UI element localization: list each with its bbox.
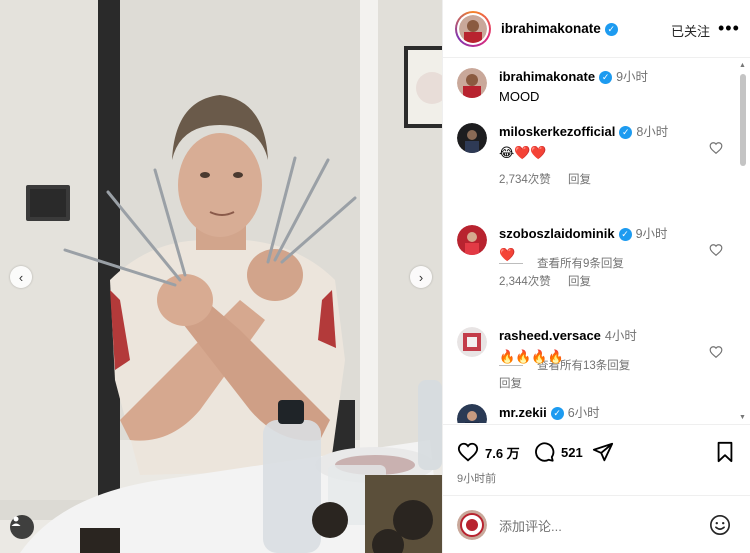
share-button[interactable] (592, 441, 620, 463)
comment-time: 9小时 (616, 70, 649, 84)
chevron-left-icon: ‹ (18, 269, 24, 285)
heart-icon[interactable] (709, 141, 723, 155)
author-avatar[interactable] (455, 10, 491, 47)
avatar[interactable] (457, 68, 487, 98)
chevron-right-icon: › (418, 269, 424, 285)
heart-icon[interactable] (709, 345, 723, 359)
caption-text: MOOD (499, 89, 540, 104)
post-photo[interactable]: ‹ › (0, 0, 442, 553)
verified-icon: ✓ (604, 22, 618, 36)
save-button[interactable] (715, 441, 741, 463)
comment-time: 4小时 (604, 329, 637, 343)
verified-icon: ✓ (619, 126, 633, 140)
comment-button[interactable]: 521 (533, 441, 583, 463)
heart-icon[interactable] (709, 243, 723, 257)
like-count[interactable]: 7.6 万 (485, 443, 520, 462)
verified-icon: ✓ (599, 71, 613, 85)
comment-username[interactable]: mr.zekii (499, 405, 547, 420)
comment-text: ❤️ (499, 247, 516, 262)
like-button[interactable]: 7.6 万 (457, 441, 520, 463)
avatar[interactable] (457, 404, 487, 423)
post-timestamp: 9小时前 (457, 473, 497, 485)
reply-button[interactable]: 回复 (568, 276, 591, 288)
comment-username[interactable]: szoboszlaidominik (499, 226, 615, 241)
send-icon (592, 442, 614, 462)
tagged-people-button[interactable] (10, 515, 34, 539)
comment-time: 6小时 (567, 406, 600, 420)
current-user-avatar[interactable] (457, 510, 487, 540)
reply-button[interactable]: 回复 (499, 378, 522, 390)
bookmark-icon (717, 441, 733, 463)
avatar[interactable] (457, 225, 487, 255)
comment-username[interactable]: miloskerkezofficial (499, 124, 615, 139)
comments-list[interactable]: ibrahimakonate ✓ 9小时 MOOD miloskerkezoffic… (443, 58, 743, 423)
comments-scrollbar[interactable]: ▲ ▼ (739, 62, 747, 424)
comment-text: 🔥🔥🔥🔥 (499, 349, 564, 364)
author-username-text[interactable]: ibrahimakonate (501, 21, 601, 36)
author-username[interactable]: ibrahimakonate ✓ (501, 21, 618, 36)
next-photo-button[interactable]: › (410, 266, 432, 288)
post-header: ibrahimakonate ✓ 已关注 ••• (443, 0, 750, 58)
avatar[interactable] (457, 327, 487, 357)
comment-like-count[interactable]: 2,734次赞 (499, 174, 551, 186)
comment-username[interactable]: ibrahimakonate (499, 69, 595, 84)
comment-like-count[interactable]: 2,344次赞 (499, 276, 551, 288)
reply-button[interactable]: 回复 (568, 174, 591, 186)
comment-username[interactable]: rasheed.versace (499, 328, 601, 343)
comment-time: 8小时 (636, 125, 669, 139)
comment-input[interactable]: 添加评论... (499, 516, 562, 535)
previous-photo-button[interactable]: ‹ (10, 266, 32, 288)
post-side-panel: ibrahimakonate ✓ 已关注 ••• ibrahimakonate ✓ 9… (442, 0, 750, 553)
verified-icon: ✓ (618, 228, 632, 242)
post-actions: 7.6 万 521 9小时前 (443, 424, 750, 494)
scroll-up-icon[interactable]: ▲ (739, 62, 746, 69)
scroll-thumb[interactable] (740, 74, 746, 166)
verified-icon: ✓ (550, 407, 564, 421)
comment-time: 9小时 (635, 227, 668, 241)
comment-text: 😂❤️❤️ (499, 145, 547, 160)
avatar[interactable] (457, 123, 487, 153)
post-image (0, 0, 442, 553)
comment-composer: 添加评论... (443, 495, 750, 553)
avatar-image (459, 14, 487, 43)
comment-count[interactable]: 521 (561, 445, 583, 460)
comment-icon (535, 442, 555, 462)
following-button[interactable]: 已关注 (671, 21, 710, 40)
emoji-icon[interactable] (709, 514, 731, 536)
person-tag-icon (11, 516, 21, 526)
more-icon[interactable]: ••• (718, 18, 740, 39)
scroll-down-icon[interactable]: ▼ (739, 414, 746, 421)
heart-icon (457, 442, 479, 462)
